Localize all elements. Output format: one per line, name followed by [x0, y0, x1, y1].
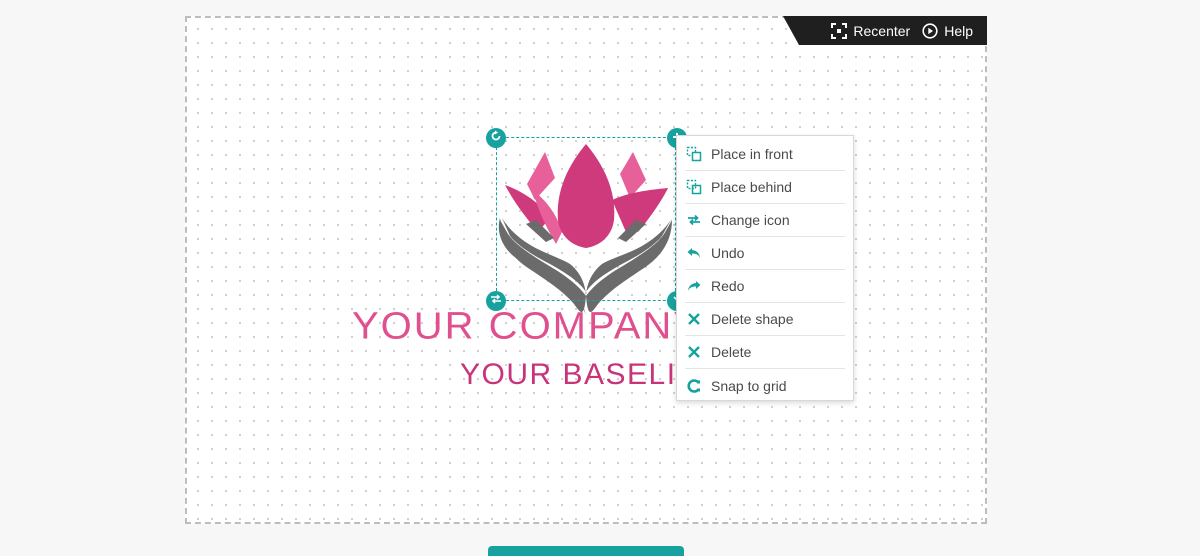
- menu-item-label: Change icon: [711, 212, 790, 228]
- redo-icon: [685, 277, 703, 295]
- editor-stage: Recenter Help YOUR COMPANY YOUR BASELI P…: [0, 0, 1200, 556]
- menu-item-label: Snap to grid: [711, 377, 787, 394]
- help-button[interactable]: Help: [922, 23, 973, 39]
- menu-item-label: Delete: [711, 344, 752, 360]
- bottom-action-button[interactable]: [488, 546, 684, 556]
- recenter-button[interactable]: Recenter: [831, 22, 911, 39]
- menu-item-label: Place in front: [711, 146, 793, 162]
- menu-item-change-icon[interactable]: Change icon: [685, 204, 845, 237]
- play-circle-icon: [922, 22, 938, 39]
- rotate-handle[interactable]: [486, 128, 506, 148]
- swap-handle[interactable]: [486, 291, 506, 311]
- help-label: Help: [944, 22, 973, 39]
- close-icon: [685, 343, 703, 361]
- place-behind-icon: [685, 178, 703, 196]
- place-in-front-icon: [685, 145, 703, 163]
- selection-box[interactable]: [496, 137, 676, 301]
- menu-item-redo[interactable]: Redo: [685, 270, 845, 303]
- menu-item-snap-to-grid[interactable]: Snap to grid: [685, 369, 845, 402]
- undo-icon: [685, 244, 703, 262]
- swap-arrows-icon: [685, 211, 703, 229]
- baseline-text[interactable]: YOUR BASELI: [460, 358, 677, 392]
- menu-item-label: Undo: [711, 245, 745, 261]
- magnet-icon: [685, 377, 703, 395]
- company-name-text[interactable]: YOUR COMPANY: [352, 305, 702, 348]
- menu-item-place-in-front[interactable]: Place in front: [685, 138, 845, 171]
- recenter-label: Recenter: [853, 22, 911, 39]
- menu-item-place-behind[interactable]: Place behind: [685, 171, 845, 204]
- rotate-icon: [490, 129, 502, 147]
- swap-arrows-icon: [490, 292, 502, 310]
- menu-item-label: Place behind: [711, 179, 792, 195]
- menu-item-delete[interactable]: Delete: [685, 336, 845, 369]
- menu-item-delete-shape[interactable]: Delete shape: [685, 303, 845, 336]
- recenter-icon: [831, 22, 848, 39]
- close-icon: [685, 310, 703, 328]
- context-menu: Place in front Place behind Change icon …: [676, 135, 854, 401]
- menu-item-undo[interactable]: Undo: [685, 237, 845, 270]
- menu-item-label: Delete shape: [711, 311, 794, 327]
- menu-item-label: Redo: [711, 278, 745, 294]
- canvas-toolbar: Recenter Help: [783, 16, 987, 45]
